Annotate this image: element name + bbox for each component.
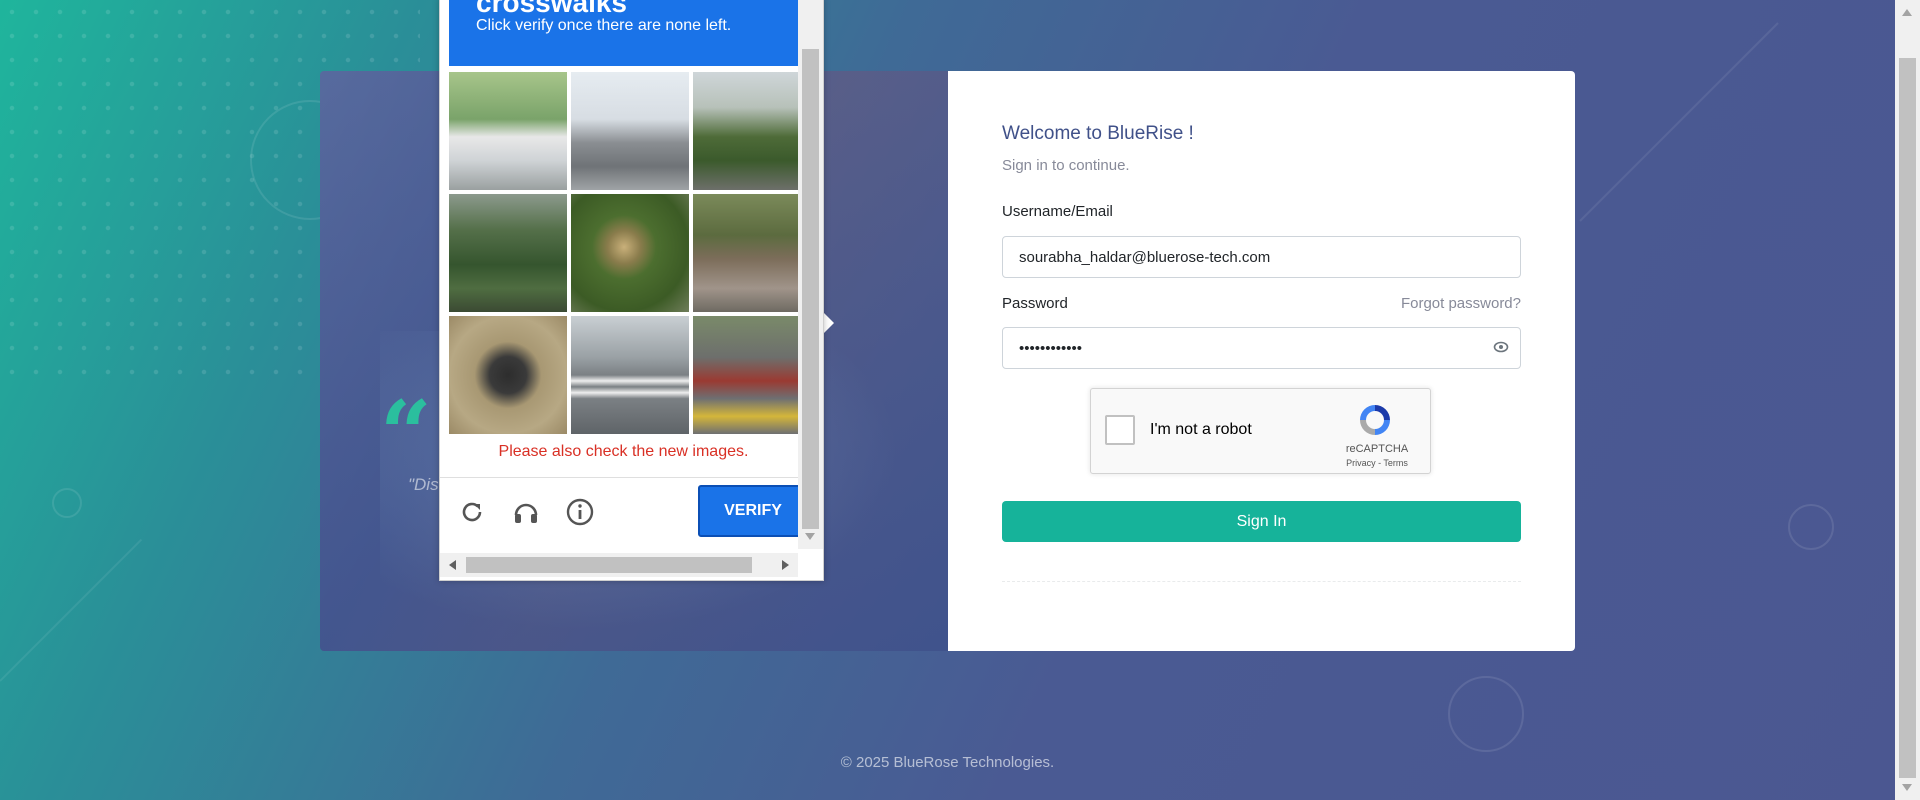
reload-icon[interactable] (457, 497, 487, 527)
username-input[interactable] (1002, 236, 1521, 278)
tile-road-crosswalk[interactable] (571, 316, 689, 434)
recaptcha-widget: I'm not a robot reCAPTCHA Privacy - Term… (1090, 388, 1431, 474)
recaptcha-logo-icon (1360, 405, 1390, 435)
password-input[interactable] (1002, 327, 1521, 369)
challenge-pointer-arrow (823, 312, 834, 334)
verify-button[interactable]: VERIFY (698, 485, 808, 537)
login-card: Welcome to BlueRise ! Sign in to continu… (948, 71, 1575, 651)
tile-bicycle-fence[interactable] (449, 72, 567, 190)
headphones-icon[interactable] (511, 497, 541, 527)
background-line (0, 538, 143, 682)
page-subtitle: Sign in to continue. (1002, 157, 1130, 174)
background-circle (1448, 676, 1524, 752)
background-line (1579, 22, 1779, 222)
forgot-password-link[interactable]: Forgot password? (1401, 295, 1521, 312)
eye-icon[interactable] (1493, 339, 1509, 355)
scroll-right-arrow-icon[interactable] (782, 560, 790, 570)
divider (1002, 581, 1521, 582)
info-icon[interactable] (565, 497, 595, 527)
page-scroll-down-arrow-icon[interactable] (1902, 784, 1912, 792)
challenge-header: crosswalks Click verify once there are n… (449, 0, 798, 66)
page-title: Welcome to BlueRise ! (1002, 123, 1194, 144)
quote-icon: “ (380, 381, 432, 487)
page-scroll-up-arrow-icon[interactable] (1902, 8, 1912, 16)
sign-in-button[interactable]: Sign In (1002, 501, 1521, 542)
recaptcha-brand: reCAPTCHA (1345, 443, 1409, 455)
tile-fire-hydrant-bushes[interactable] (571, 194, 689, 312)
challenge-vertical-scrollbar[interactable] (798, 0, 823, 549)
tile-street-shop[interactable] (693, 194, 798, 312)
recaptcha-label: I'm not a robot (1150, 421, 1252, 438)
challenge-error-message: Please also check the new images. (498, 443, 749, 460)
background-circle (1788, 504, 1834, 550)
footer-copyright: © 2025 BlueRose Technologies. (840, 754, 1055, 771)
recaptcha-privacy-terms-link[interactable]: Privacy - Terms (1333, 458, 1421, 468)
captcha-challenge-popup: crosswalks Click verify once there are n… (439, 0, 824, 581)
background-circle (52, 488, 82, 518)
page-scroll-thumb[interactable] (1899, 58, 1916, 778)
tile-cars-traffic-lights[interactable] (571, 72, 689, 190)
challenge-image-grid (449, 72, 798, 434)
challenge-instruction: Click verify once there are none left. (476, 17, 732, 34)
challenge-horizontal-scrollbar[interactable] (440, 553, 798, 577)
scroll-left-arrow-icon[interactable] (448, 560, 456, 570)
challenge-vertical-scroll-thumb[interactable] (802, 49, 819, 529)
tile-scooter-parked[interactable] (693, 316, 798, 434)
challenge-footer-divider (440, 477, 798, 478)
scroll-down-arrow-icon[interactable] (805, 533, 815, 541)
page-vertical-scrollbar[interactable] (1895, 0, 1920, 800)
username-label: Username/Email (1002, 203, 1113, 220)
tile-road-hills[interactable] (693, 72, 798, 190)
challenge-horizontal-scroll-thumb[interactable] (466, 557, 752, 573)
recaptcha-checkbox[interactable] (1105, 415, 1135, 445)
tile-green-mountain[interactable] (449, 194, 567, 312)
password-label: Password (1002, 295, 1068, 312)
tile-motorcycle-rider[interactable] (449, 316, 567, 434)
